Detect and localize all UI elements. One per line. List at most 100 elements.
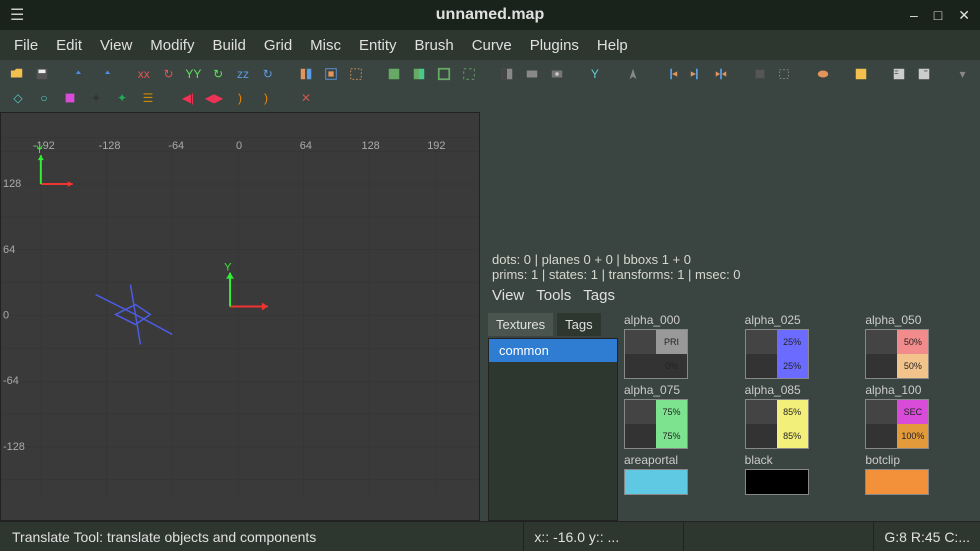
texmenu-tools[interactable]: Tools bbox=[536, 287, 571, 304]
svg-text:0: 0 bbox=[236, 140, 242, 152]
brush3-icon[interactable]: ☰ bbox=[138, 88, 158, 108]
hollow-icon[interactable] bbox=[434, 64, 453, 84]
patch-cap-icon[interactable]: ○ bbox=[34, 88, 54, 108]
texture-browser: Textures Tags common alpha_000PRI0%alpha… bbox=[480, 309, 980, 521]
filter-icon[interactable]: Y bbox=[585, 64, 604, 84]
texture-swatch[interactable]: PRI0% bbox=[624, 329, 688, 379]
menu-edit[interactable]: Edit bbox=[56, 37, 82, 54]
flip-center-icon[interactable]: ◀▶ bbox=[204, 88, 224, 108]
menu-misc[interactable]: Misc bbox=[310, 37, 341, 54]
texture-label: botclip bbox=[865, 453, 972, 467]
texture-black[interactable]: black bbox=[745, 453, 852, 495]
patch-bevel-icon[interactable] bbox=[60, 88, 80, 108]
csg-sub-icon[interactable] bbox=[385, 64, 404, 84]
texmenu-tags[interactable]: Tags bbox=[583, 287, 615, 304]
undo-icon[interactable] bbox=[71, 64, 90, 84]
texture-swatch[interactable]: 50%50% bbox=[865, 329, 929, 379]
tab-textures[interactable]: Textures bbox=[488, 313, 553, 336]
roty-icon[interactable]: ↻ bbox=[209, 64, 228, 84]
console-icon[interactable] bbox=[915, 64, 934, 84]
open-icon[interactable] bbox=[8, 64, 27, 84]
tex-replace-icon[interactable] bbox=[775, 64, 794, 84]
texture-swatch[interactable] bbox=[745, 469, 809, 495]
viewport-2d[interactable]: -192-128-64 064128192 128640 -64-128 Y Y bbox=[0, 112, 480, 521]
hollow2-icon[interactable] bbox=[459, 64, 478, 84]
camera-icon[interactable] bbox=[547, 64, 566, 84]
flip-right-icon[interactable]: ) bbox=[230, 88, 250, 108]
menu-entity[interactable]: Entity bbox=[359, 37, 397, 54]
texture-tabs: Textures Tags bbox=[488, 313, 618, 336]
patch-icon[interactable]: ◇ bbox=[8, 88, 28, 108]
csg-merge-icon[interactable] bbox=[410, 64, 429, 84]
svg-text:64: 64 bbox=[300, 140, 312, 152]
texture-swatch[interactable]: 75%75% bbox=[624, 399, 688, 449]
texture-alpha_050[interactable]: alpha_05050%50% bbox=[865, 313, 972, 379]
dropdown-icon[interactable]: ▾ bbox=[953, 64, 972, 84]
maximize-button[interactable]: □ bbox=[934, 7, 942, 24]
menu-modify[interactable]: Modify bbox=[150, 37, 194, 54]
misc-icon[interactable]: ✕ bbox=[296, 88, 316, 108]
menu-view[interactable]: View bbox=[100, 37, 132, 54]
texture-label: areaportal bbox=[624, 453, 731, 467]
texture-tree[interactable]: common bbox=[488, 338, 618, 521]
svg-text:64: 64 bbox=[3, 244, 15, 256]
toolbar: xx ↻ YY ↻ zz ↻ Y bbox=[0, 60, 980, 112]
texture-alpha_075[interactable]: alpha_07575%75% bbox=[624, 383, 731, 449]
brush2-icon[interactable]: ✦ bbox=[112, 88, 132, 108]
texture-swatch[interactable]: 25%25% bbox=[745, 329, 809, 379]
menu-build[interactable]: Build bbox=[212, 37, 245, 54]
entity-list-icon[interactable] bbox=[890, 64, 909, 84]
texture-botclip[interactable]: botclip bbox=[865, 453, 972, 495]
flipz-icon[interactable]: zz bbox=[234, 64, 253, 84]
model-icon[interactable] bbox=[813, 64, 832, 84]
flip-right2-icon[interactable]: ) bbox=[256, 88, 276, 108]
viewport-3d[interactable]: dots: 0 | planes 0 + 0 | bboxs 1 + 0 pri… bbox=[480, 112, 980, 282]
menu-brush[interactable]: Brush bbox=[415, 37, 454, 54]
hamburger-icon[interactable]: ☰ bbox=[10, 5, 24, 25]
tex-lock-icon[interactable] bbox=[750, 64, 769, 84]
flipx-icon[interactable]: xx bbox=[134, 64, 153, 84]
menu-curve[interactable]: Curve bbox=[472, 37, 512, 54]
status-message: Translate Tool: translate objects and co… bbox=[0, 529, 523, 545]
rotz-icon[interactable]: ↻ bbox=[258, 64, 277, 84]
rotx-icon[interactable]: ↻ bbox=[159, 64, 178, 84]
nav-icon[interactable] bbox=[624, 64, 643, 84]
clipper2-icon[interactable] bbox=[687, 64, 706, 84]
clipper-icon[interactable] bbox=[662, 64, 681, 84]
texture-alpha_100[interactable]: alpha_100SEC100% bbox=[865, 383, 972, 449]
refresh-icon[interactable] bbox=[852, 64, 871, 84]
viewport-toggle-icon[interactable] bbox=[497, 64, 516, 84]
select-touching-icon[interactable] bbox=[297, 64, 316, 84]
flipy-icon[interactable]: YY bbox=[184, 64, 203, 84]
texture-alpha_085[interactable]: alpha_08585%85% bbox=[745, 383, 852, 449]
texture-swatch[interactable] bbox=[624, 469, 688, 495]
tree-item-common[interactable]: common bbox=[489, 339, 617, 362]
cubic-clip-icon[interactable] bbox=[522, 64, 541, 84]
tab-tags[interactable]: Tags bbox=[557, 313, 600, 336]
texmenu-view[interactable]: View bbox=[492, 287, 524, 304]
texture-alpha_000[interactable]: alpha_000PRI0% bbox=[624, 313, 731, 379]
texture-swatch[interactable]: 85%85% bbox=[745, 399, 809, 449]
texture-label: alpha_025 bbox=[745, 313, 852, 327]
minimize-button[interactable]: – bbox=[910, 7, 918, 24]
selection-icon[interactable] bbox=[346, 64, 365, 84]
menu-file[interactable]: File bbox=[14, 37, 38, 54]
texture-tree-panel: Textures Tags common bbox=[488, 313, 618, 521]
menu-grid[interactable]: Grid bbox=[264, 37, 292, 54]
brush-icon[interactable]: ✦ bbox=[86, 88, 106, 108]
flip-left-icon[interactable]: ◀| bbox=[178, 88, 198, 108]
svg-text:128: 128 bbox=[3, 178, 21, 190]
svg-text:192: 192 bbox=[427, 140, 445, 152]
close-button[interactable]: ✕ bbox=[958, 7, 970, 24]
texture-areaportal[interactable]: areaportal bbox=[624, 453, 731, 495]
texture-swatch[interactable] bbox=[865, 469, 929, 495]
texture-swatch[interactable]: SEC100% bbox=[865, 399, 929, 449]
redo-icon[interactable] bbox=[96, 64, 115, 84]
menu-help[interactable]: Help bbox=[597, 37, 628, 54]
menu-plugins[interactable]: Plugins bbox=[530, 37, 579, 54]
svg-text:Y: Y bbox=[224, 262, 232, 274]
select-inside-icon[interactable] bbox=[322, 64, 341, 84]
texture-alpha_025[interactable]: alpha_025 25%25% bbox=[745, 313, 852, 379]
clipper3-icon[interactable] bbox=[712, 64, 731, 84]
save-icon[interactable] bbox=[33, 64, 52, 84]
